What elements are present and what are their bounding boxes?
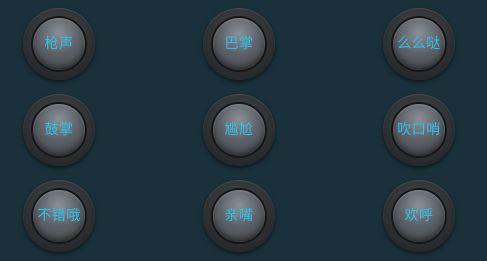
not-bad-label: 不错哦 bbox=[37, 208, 81, 224]
applause-button[interactable]: 鼓掌 bbox=[23, 94, 95, 166]
kiss-button[interactable]: 亲嘴 bbox=[203, 180, 275, 252]
gunshot-label: 枪声 bbox=[44, 36, 74, 52]
gunshot-button[interactable]: 枪声 bbox=[23, 8, 95, 80]
kiss-sound-label: 么么哒 bbox=[397, 36, 441, 52]
cheer-button[interactable]: 欢呼 bbox=[383, 180, 455, 252]
slap-label: 巴掌 bbox=[224, 36, 254, 52]
kiss-sound-button[interactable]: 么么哒 bbox=[383, 8, 455, 80]
whistle-button[interactable]: 吹口哨 bbox=[383, 94, 455, 166]
sound-button-grid: 枪声 巴掌 么么哒 鼓掌 尴尬 吹口哨 不错哦 亲嘴 欢呼 bbox=[0, 0, 487, 261]
kiss-label: 亲嘴 bbox=[224, 208, 254, 224]
slap-button[interactable]: 巴掌 bbox=[203, 8, 275, 80]
awkward-label: 尴尬 bbox=[224, 122, 254, 138]
applause-label: 鼓掌 bbox=[44, 122, 74, 138]
awkward-button[interactable]: 尴尬 bbox=[203, 94, 275, 166]
whistle-label: 吹口哨 bbox=[397, 122, 441, 138]
cheer-label: 欢呼 bbox=[404, 208, 434, 224]
not-bad-button[interactable]: 不错哦 bbox=[23, 180, 95, 252]
